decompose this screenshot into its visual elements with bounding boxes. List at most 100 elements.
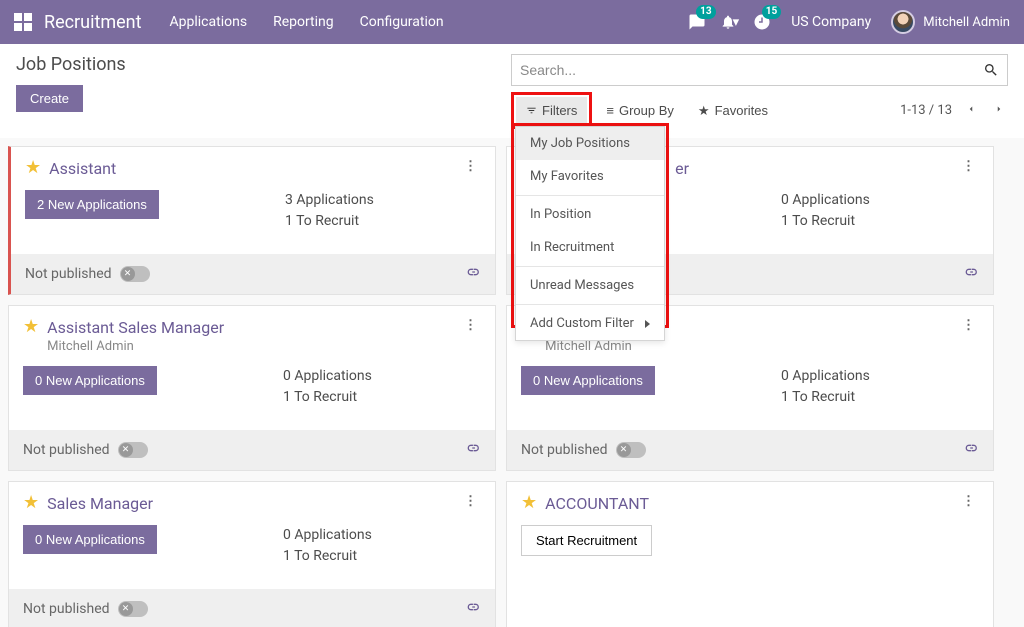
filters-label: Filters: [542, 103, 577, 118]
search-icon[interactable]: [983, 62, 999, 78]
card-title: er: [675, 159, 958, 178]
search-box[interactable]: [511, 54, 1008, 86]
link-icon[interactable]: [465, 440, 481, 460]
app-brand: Recruitment: [44, 12, 142, 33]
publish-status: Not published: [521, 442, 608, 458]
new-applications-button[interactable]: 2 New Applications: [25, 190, 159, 219]
caret-right-icon: [645, 320, 650, 328]
filter-my-job-positions[interactable]: My Job Positions: [516, 127, 664, 160]
list-icon: ≡: [606, 103, 614, 118]
filter-in-recruitment[interactable]: In Recruitment: [516, 231, 664, 264]
link-icon[interactable]: [465, 264, 481, 284]
nav-links: Applications Reporting Configuration: [170, 14, 444, 30]
discuss-icon[interactable]: 13: [688, 13, 706, 31]
card-subtitle: Mitchell Admin: [47, 339, 460, 354]
kebab-icon[interactable]: ⋮: [958, 494, 979, 509]
nav-applications[interactable]: Applications: [170, 14, 248, 30]
star-icon[interactable]: ★: [521, 494, 537, 512]
dropdown-separator: [516, 266, 664, 267]
applications-count: 0 Applications: [283, 525, 481, 546]
activities-icon[interactable]: 15: [753, 13, 771, 31]
filter-my-favorites[interactable]: My Favorites: [516, 160, 664, 193]
dropdown-separator: [516, 304, 664, 305]
pager-next[interactable]: [990, 98, 1008, 124]
filter-add-custom[interactable]: Add Custom Filter: [516, 307, 664, 340]
search-input[interactable]: [520, 62, 983, 78]
card-title: Assistant: [49, 159, 460, 178]
kebab-icon[interactable]: ⋮: [460, 494, 481, 509]
topbar: Recruitment Applications Reporting Confi…: [0, 0, 1024, 44]
publish-status: Not published: [25, 266, 112, 282]
filter-unread-messages[interactable]: Unread Messages: [516, 269, 664, 302]
publish-toggle[interactable]: [120, 266, 150, 282]
to-recruit-count: 1 To Recruit: [285, 211, 481, 232]
favorites-button[interactable]: ★ Favorites: [688, 97, 778, 125]
publish-toggle[interactable]: [118, 442, 148, 458]
applications-count: 0 Applications: [781, 190, 979, 211]
groupby-label: Group By: [619, 103, 674, 118]
publish-status: Not published: [23, 601, 110, 617]
discuss-badge: 13: [696, 5, 715, 19]
kebab-icon[interactable]: ⋮: [460, 318, 481, 333]
link-icon[interactable]: [465, 599, 481, 619]
systray: 13 ▾ 15 US Company Mitchell Admin: [688, 10, 1010, 34]
create-button[interactable]: Create: [16, 85, 83, 112]
kebab-icon[interactable]: ⋮: [958, 159, 979, 174]
user-menu[interactable]: Mitchell Admin: [891, 10, 1010, 34]
link-icon[interactable]: [963, 440, 979, 460]
to-recruit-count: 1 To Recruit: [283, 387, 481, 408]
start-recruitment-button[interactable]: Start Recruitment: [521, 525, 652, 556]
user-name: Mitchell Admin: [923, 15, 1010, 30]
pager: 1-13 / 13: [900, 98, 1008, 124]
to-recruit-count: 1 To Recruit: [781, 211, 979, 232]
job-card[interactable]: ★ Assistant Sales Manager Mitchell Admin…: [8, 305, 496, 471]
new-applications-button[interactable]: 0 New Applications: [521, 366, 655, 395]
applications-count: 3 Applications: [285, 190, 481, 211]
new-applications-button[interactable]: 0 New Applications: [23, 366, 157, 395]
pager-text: 1-13 / 13: [900, 103, 952, 118]
publish-toggle[interactable]: [118, 601, 148, 617]
card-subtitle: Mitchell Admin: [545, 339, 958, 354]
star-icon[interactable]: ★: [23, 494, 39, 512]
filters-dropdown[interactable]: My Job Positions My Favorites In Positio…: [515, 126, 665, 341]
job-card[interactable]: ★ Sales Manager ⋮ 0 New Applications 0 A…: [8, 481, 496, 627]
card-title: Sales Manager: [47, 494, 460, 513]
notifications-icon[interactable]: ▾: [720, 14, 740, 30]
job-card[interactable]: ★ ACCOUNTANT ⋮ Start Recruitment: [506, 481, 994, 627]
kanban-board[interactable]: ★ Assistant ⋮ 2 New Applications 3 Appli…: [0, 138, 1024, 627]
publish-status: Not published: [23, 442, 110, 458]
page-title: Job Positions: [16, 54, 511, 75]
link-icon[interactable]: [963, 264, 979, 284]
pager-prev[interactable]: [962, 98, 980, 124]
filter-in-position[interactable]: In Position: [516, 198, 664, 231]
filter-icon: [526, 105, 537, 116]
company-switcher[interactable]: US Company: [791, 14, 871, 30]
new-applications-button[interactable]: 0 New Applications: [23, 525, 157, 554]
search-toolbar: Filters ≡ Group By ★ Favorites 1-13 / 13: [511, 92, 1008, 129]
star-icon[interactable]: ★: [25, 159, 41, 177]
activities-badge: 15: [762, 5, 781, 19]
apps-menu-icon[interactable]: [14, 13, 32, 31]
kebab-icon[interactable]: ⋮: [958, 318, 979, 333]
dropdown-separator: [516, 195, 664, 196]
star-icon: ★: [698, 103, 710, 119]
favorites-label: Favorites: [715, 103, 768, 118]
kebab-icon[interactable]: ⋮: [460, 159, 481, 174]
to-recruit-count: 1 To Recruit: [781, 387, 979, 408]
add-custom-label: Add Custom Filter: [530, 316, 634, 331]
applications-count: 0 Applications: [283, 366, 481, 387]
filters-highlight: Filters: [511, 92, 592, 129]
avatar: [891, 10, 915, 34]
nav-configuration[interactable]: Configuration: [360, 14, 444, 30]
card-title: Assistant Sales Manager: [47, 318, 460, 337]
to-recruit-count: 1 To Recruit: [283, 546, 481, 567]
applications-count: 0 Applications: [781, 366, 979, 387]
job-card[interactable]: ★ Assistant ⋮ 2 New Applications 3 Appli…: [8, 146, 496, 295]
control-panel: Job Positions Create Filters ≡ Group By …: [0, 44, 1024, 129]
filters-button[interactable]: Filters: [516, 97, 587, 124]
star-icon[interactable]: ★: [23, 318, 39, 336]
card-title: ACCOUNTANT: [545, 494, 958, 513]
groupby-button[interactable]: ≡ Group By: [596, 97, 684, 124]
nav-reporting[interactable]: Reporting: [273, 14, 334, 30]
publish-toggle[interactable]: [616, 442, 646, 458]
